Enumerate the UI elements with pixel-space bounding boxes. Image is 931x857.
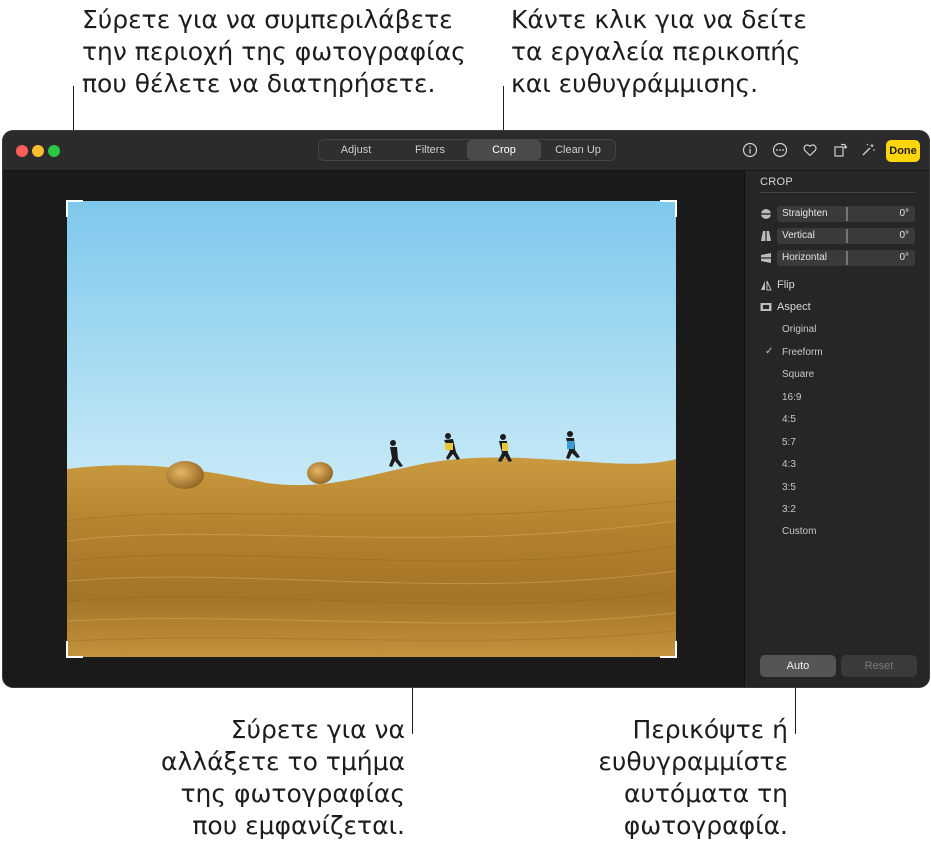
- aspect-option-original[interactable]: Original: [782, 324, 816, 335]
- photo[interactable]: [67, 201, 676, 657]
- callout-line: που εμφανίζεται.: [192, 811, 405, 840]
- slider-label: Horizontal: [782, 252, 828, 263]
- photos-window: Adjust Filters Crop Clean Up Done CROP S…: [3, 131, 929, 687]
- aspect-option-3-2[interactable]: 3:2: [782, 504, 796, 515]
- flip-button[interactable]: Flip: [760, 279, 795, 291]
- aspect-option-3-5[interactable]: 3:5: [782, 482, 796, 493]
- slider-value: 0°: [899, 230, 909, 241]
- tab-crop[interactable]: Crop: [467, 140, 541, 160]
- crop-handle-bottom-left[interactable]: [66, 640, 84, 658]
- crop-handle-bottom-right[interactable]: [659, 640, 677, 658]
- slider-value: 0°: [899, 252, 909, 263]
- rotate-icon[interactable]: [831, 141, 849, 159]
- callout-line: Σύρετε για να: [230, 715, 405, 744]
- aspect-option-4-3[interactable]: 4:3: [782, 459, 796, 470]
- crop-sidebar: CROP Straighten 0° Vertical 0° Horizonta…: [744, 171, 929, 687]
- aspect-option-4-5[interactable]: 4:5: [782, 414, 796, 425]
- horizontal-slider-row: Horizontal 0°: [760, 250, 916, 266]
- reset-button[interactable]: Reset: [841, 655, 917, 677]
- magic-wand-icon[interactable]: [859, 141, 877, 159]
- slider-knob[interactable]: [846, 229, 848, 243]
- aspect-option-16-9[interactable]: 16:9: [782, 392, 801, 403]
- vertical-slider[interactable]: Vertical 0°: [777, 228, 915, 244]
- slider-knob[interactable]: [846, 207, 848, 221]
- checkmark-icon: ✓: [765, 346, 774, 357]
- aspect-header[interactable]: Aspect: [760, 301, 811, 313]
- zoom-button[interactable]: [48, 145, 60, 157]
- minimize-button[interactable]: [32, 145, 44, 157]
- edit-mode-tabs: Adjust Filters Crop Clean Up: [318, 139, 616, 161]
- callout-line: τα εργαλεία περικοπής: [511, 37, 801, 66]
- crop-handle-top-left[interactable]: [66, 200, 84, 218]
- callout-line: που θέλετε να διατηρήσετε.: [82, 69, 436, 98]
- flip-label: Flip: [777, 279, 795, 291]
- straighten-slider-row: Straighten 0°: [760, 206, 916, 222]
- vertical-icon: [761, 231, 771, 241]
- sidebar-title: CROP: [760, 176, 793, 188]
- close-button[interactable]: [16, 145, 28, 157]
- slider-value: 0°: [899, 208, 909, 219]
- slider-label: Vertical: [782, 230, 815, 241]
- slider-label: Straighten: [782, 208, 828, 219]
- horizontal-icon: [761, 253, 771, 263]
- callout-drag-photo: Σύρετε για να αλλάξετε το τμήμα της φωτο…: [155, 714, 405, 842]
- callout-line: αλλάξετε το τμήμα: [161, 747, 405, 776]
- done-button[interactable]: Done: [886, 140, 920, 162]
- slider-knob[interactable]: [846, 251, 848, 265]
- tab-adjust[interactable]: Adjust: [319, 140, 393, 160]
- callout-line: της φωτογραφίας: [180, 779, 405, 808]
- aspect-icon: [760, 303, 772, 311]
- aspect-option-square[interactable]: Square: [782, 369, 814, 380]
- callout-line: Σύρετε για να συμπεριλάβετε: [82, 5, 453, 34]
- more-icon[interactable]: [771, 141, 789, 159]
- callout-line: Κάντε κλικ για να δείτε: [511, 5, 807, 34]
- aspect-option-custom[interactable]: Custom: [782, 526, 816, 537]
- leader-line: [795, 680, 796, 734]
- straighten-slider[interactable]: Straighten 0°: [777, 206, 915, 222]
- callout-crop-tab: Κάντε κλικ για να δείτε τα εργαλεία περι…: [511, 4, 807, 100]
- straighten-icon: [760, 209, 772, 219]
- photo-canvas: [3, 171, 744, 687]
- heart-icon[interactable]: [801, 141, 819, 159]
- callout-line: και ευθυγράμμισης.: [511, 69, 759, 98]
- callout-drag-handles: Σύρετε για να συμπεριλάβετε την περιοχή …: [82, 4, 466, 100]
- crop-handle-top-right[interactable]: [659, 200, 677, 218]
- vertical-slider-row: Vertical 0°: [760, 228, 916, 244]
- flip-icon: [761, 280, 772, 291]
- tab-clean-up[interactable]: Clean Up: [541, 140, 615, 160]
- callout-line: ευθυγραμμίστε: [598, 747, 788, 776]
- tab-filters[interactable]: Filters: [393, 140, 467, 160]
- callout-line: την περιοχή της φωτογραφίας: [82, 37, 466, 66]
- callout-auto: Περικόψτε ή ευθυγραμμίστε αυτόματα τη φω…: [570, 714, 788, 842]
- callout-line: αυτόματα τη: [623, 779, 788, 808]
- divider: [760, 192, 915, 193]
- toolbar: Adjust Filters Crop Clean Up Done: [3, 131, 929, 171]
- callout-line: φωτογραφία.: [623, 811, 788, 840]
- info-icon[interactable]: [741, 141, 759, 159]
- auto-button[interactable]: Auto: [760, 655, 836, 677]
- aspect-option-freeform[interactable]: Freeform: [782, 347, 823, 358]
- aspect-option-5-7[interactable]: 5:7: [782, 437, 796, 448]
- horizontal-slider[interactable]: Horizontal 0°: [777, 250, 915, 266]
- callout-line: Περικόψτε ή: [632, 715, 788, 744]
- aspect-label: Aspect: [777, 301, 811, 313]
